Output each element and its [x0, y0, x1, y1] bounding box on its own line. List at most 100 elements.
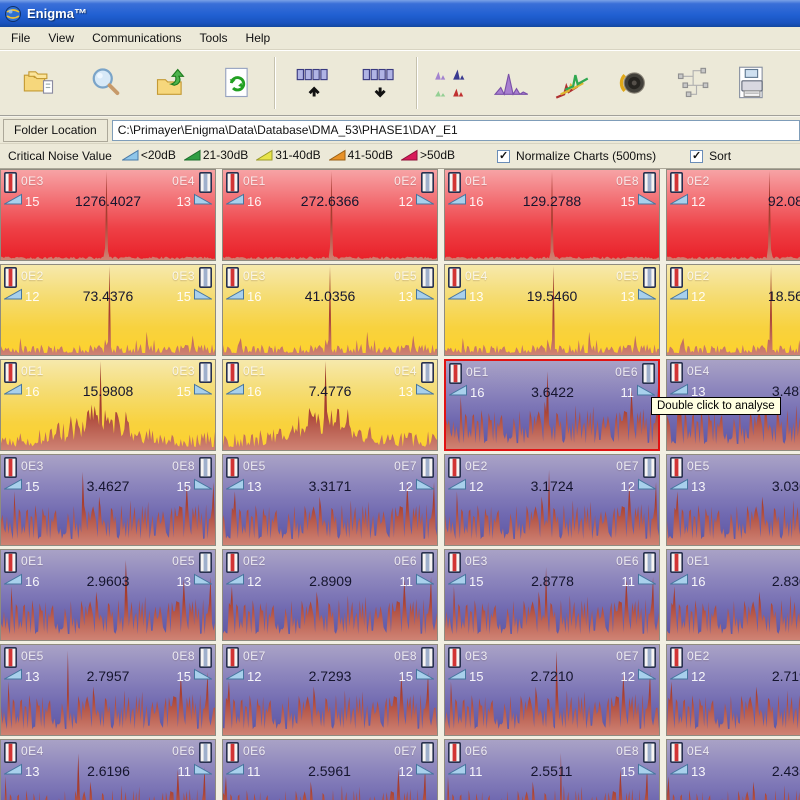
logger-battery-icon-left — [226, 457, 239, 478]
print-button[interactable] — [722, 54, 782, 112]
logger-battery-icon-right — [199, 267, 212, 288]
view-chart-button[interactable] — [482, 54, 542, 112]
refresh-button[interactable] — [204, 54, 270, 112]
tile-header: 0E30E7 — [445, 645, 659, 668]
tile-header: 0E10E6 — [446, 361, 658, 384]
chart-tile[interactable]: 0E30E8153.462715 — [0, 454, 216, 546]
sort-label: Sort — [709, 149, 731, 163]
chart-tile[interactable]: 0E50E8132.795715 — [0, 644, 216, 736]
chart-tile[interactable]: 0E21292.0801 — [666, 169, 800, 261]
logger-id-right: 0E3 — [172, 364, 195, 378]
chart-tile[interactable]: 0E10E216272.636612 — [222, 169, 438, 261]
chart-tile[interactable]: 0E20E6122.890911 — [222, 549, 438, 641]
sound-button[interactable] — [602, 54, 662, 112]
chart-tile[interactable]: 0E10E31615.980815 — [0, 359, 216, 451]
waterfall-view-button[interactable] — [542, 54, 602, 112]
tile-header: 0E1 — [667, 550, 800, 573]
chart-tile[interactable]: 0E21218.5690 — [666, 264, 800, 356]
download-loggers-button[interactable] — [346, 54, 412, 112]
chart-tile[interactable]: 0E30E51641.035613 — [222, 264, 438, 356]
noise-level-triangle-icon — [122, 149, 139, 161]
upload-loggers-button[interactable] — [280, 54, 346, 112]
sort-checkbox[interactable] — [690, 150, 703, 163]
chart-tile[interactable]: 0E4132.4350 — [666, 739, 800, 800]
search-button[interactable] — [72, 54, 138, 112]
level-left: 13 — [691, 479, 705, 494]
chart-tile[interactable]: 0E40E6132.619611 — [0, 739, 216, 800]
logger-battery-icon-right — [421, 172, 434, 193]
chart-tile[interactable]: 0E20E7123.172412 — [444, 454, 660, 546]
chart-tile[interactable]: 0E30E6152.877811 — [444, 549, 660, 641]
level-left: 15 — [469, 574, 483, 589]
level-triangle-right-icon — [638, 477, 656, 495]
chart-tile[interactable]: 0E20E31273.437615 — [0, 264, 216, 356]
logger-battery-icon-left — [4, 457, 17, 478]
app-icon[interactable] — [4, 5, 22, 23]
level-right: 13 — [177, 574, 191, 589]
tile-values: 162.8302 — [667, 572, 800, 590]
chart-tile[interactable]: 0E10E816129.278815 — [444, 169, 660, 261]
level-right: 15 — [177, 479, 191, 494]
window-title: Enigma™ — [27, 6, 87, 21]
chart-tile[interactable]: 0E1 162.8302 — [666, 549, 800, 641]
loggers-up-icon — [295, 65, 331, 101]
logger-id-left: 0E4 — [687, 364, 710, 378]
level-right: 12 — [399, 194, 413, 209]
logger-battery-icon-right — [421, 647, 434, 668]
level-triangle-right-icon — [416, 287, 434, 305]
chart-tile[interactable]: 0E60E7112.596112 — [222, 739, 438, 800]
level-left: 15 — [25, 479, 39, 494]
chart-tile[interactable]: 0E30E4151276.402713 — [0, 169, 216, 261]
level-left: 16 — [25, 384, 39, 399]
tile-values: 123.172412 — [445, 477, 659, 495]
sort-option[interactable]: Sort — [690, 149, 731, 163]
normalize-checkbox[interactable] — [497, 150, 510, 163]
logger-battery-icon-left — [670, 552, 683, 573]
tile-header: 0E20E3 — [1, 265, 215, 288]
folder-path-input[interactable] — [112, 120, 800, 141]
menu-communications[interactable]: Communications — [83, 28, 190, 48]
logger-id-left: 0E1 — [687, 554, 710, 568]
menu-view[interactable]: View — [39, 28, 83, 48]
chart-tile[interactable]: 0E10E6163.642211 — [444, 359, 660, 451]
logger-battery-icon-right — [199, 362, 212, 383]
normalize-option[interactable]: Normalize Charts (500ms) — [497, 149, 656, 163]
chart-tile[interactable]: 0E40E51319.546013 — [444, 264, 660, 356]
logger-id-left: 0E4 — [21, 744, 44, 758]
network-view-button[interactable] — [662, 54, 722, 112]
load-data-button[interactable] — [138, 54, 204, 112]
level-left: 12 — [247, 669, 261, 684]
chart-tile[interactable]: 0E5133.0365 — [666, 454, 800, 546]
logger-id-right: 0E8 — [172, 459, 195, 473]
open-database-button[interactable] — [6, 54, 72, 112]
level-triangle-right-icon — [638, 572, 656, 590]
chart-tile[interactable]: 0E30E7152.721012 — [444, 644, 660, 736]
logger-battery-icon-right — [199, 457, 212, 478]
menu-tools[interactable]: Tools — [191, 28, 237, 48]
logger-battery-icon-right — [421, 742, 434, 763]
chart-tile[interactable]: 0E10E4167.477613 — [222, 359, 438, 451]
noise-value: 19.5460 — [486, 288, 617, 304]
noise-level-triangle-icon — [401, 149, 418, 161]
logger-battery-icon-left — [448, 552, 461, 573]
logger-battery-icon-right — [199, 552, 212, 573]
chart-tile[interactable]: 0E60E8112.551115 — [444, 739, 660, 800]
chart-tile[interactable]: 0E70E8122.729315 — [222, 644, 438, 736]
chart-tile[interactable]: 0E10E5162.960313 — [0, 549, 216, 641]
view-all-charts-button[interactable] — [422, 54, 482, 112]
level-triangle-left-icon — [226, 667, 244, 685]
menu-file[interactable]: File — [2, 28, 39, 48]
logger-battery-icon-left — [670, 267, 683, 288]
multi-chart-icon — [434, 65, 470, 101]
noise-value: 272.6366 — [264, 193, 395, 209]
logger-id-right: 0E8 — [172, 649, 195, 663]
chart-tile[interactable]: 0E2122.7196 — [666, 644, 800, 736]
menu-help[interactable]: Help — [237, 28, 280, 48]
noise-value: 7.4776 — [264, 383, 395, 399]
noise-level-triangle-icon — [184, 149, 201, 161]
chart-tile[interactable]: 0E50E7133.317112 — [222, 454, 438, 546]
speaker-icon — [614, 65, 650, 101]
level-triangle-left-icon — [226, 762, 244, 780]
logger-id-left: 0E2 — [687, 649, 710, 663]
logger-id-left: 0E2 — [687, 174, 710, 188]
